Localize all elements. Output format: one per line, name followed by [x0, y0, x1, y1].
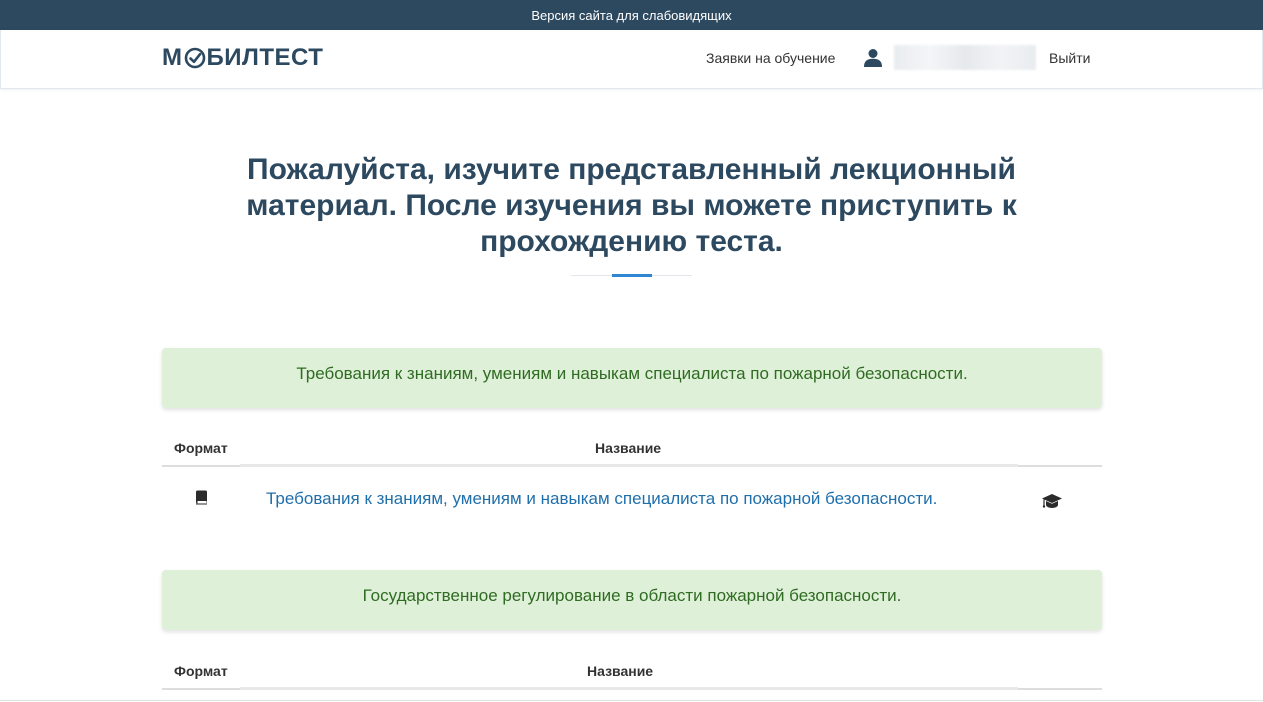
- logo-text-right: БИЛТЕСТ: [206, 44, 324, 71]
- column-header-format: Формат: [174, 440, 228, 456]
- book-icon: [195, 490, 208, 510]
- section-banner: Требования к знаниям, умениям и навыкам …: [162, 348, 1102, 408]
- accessibility-version-link[interactable]: Версия сайта для слабовидящих: [0, 0, 1263, 30]
- page-title: Пожалуйста, изучите представленный лекци…: [246, 153, 1017, 258]
- logout-link[interactable]: Выйти: [1049, 50, 1090, 66]
- table-header-divider: [162, 687, 1102, 690]
- title-divider: [571, 274, 692, 277]
- column-header-name: Название: [595, 440, 662, 456]
- logo[interactable]: М БИЛТЕСТ: [162, 44, 323, 72]
- column-header-name: Название: [587, 663, 654, 679]
- lecture-link[interactable]: Требования к знаниям, умениям и навыкам …: [266, 489, 937, 509]
- section-banner: Государственное регулирование в области …: [162, 570, 1102, 630]
- checkmark-circle-icon: [184, 47, 205, 69]
- username-redacted[interactable]: [894, 45, 1036, 70]
- user-icon[interactable]: [863, 48, 883, 73]
- logo-text-left: М: [162, 44, 183, 71]
- navbar: М БИЛТЕСТ Заявки на обучение Выйти: [0, 30, 1263, 89]
- table-header-divider: [162, 464, 1102, 467]
- graduation-cap-icon[interactable]: [1041, 492, 1063, 515]
- title-divider-accent: [612, 274, 652, 277]
- training-requests-link[interactable]: Заявки на обучение: [706, 50, 835, 66]
- page-bottom-edge: [0, 700, 1263, 701]
- column-header-format: Формат: [174, 663, 228, 679]
